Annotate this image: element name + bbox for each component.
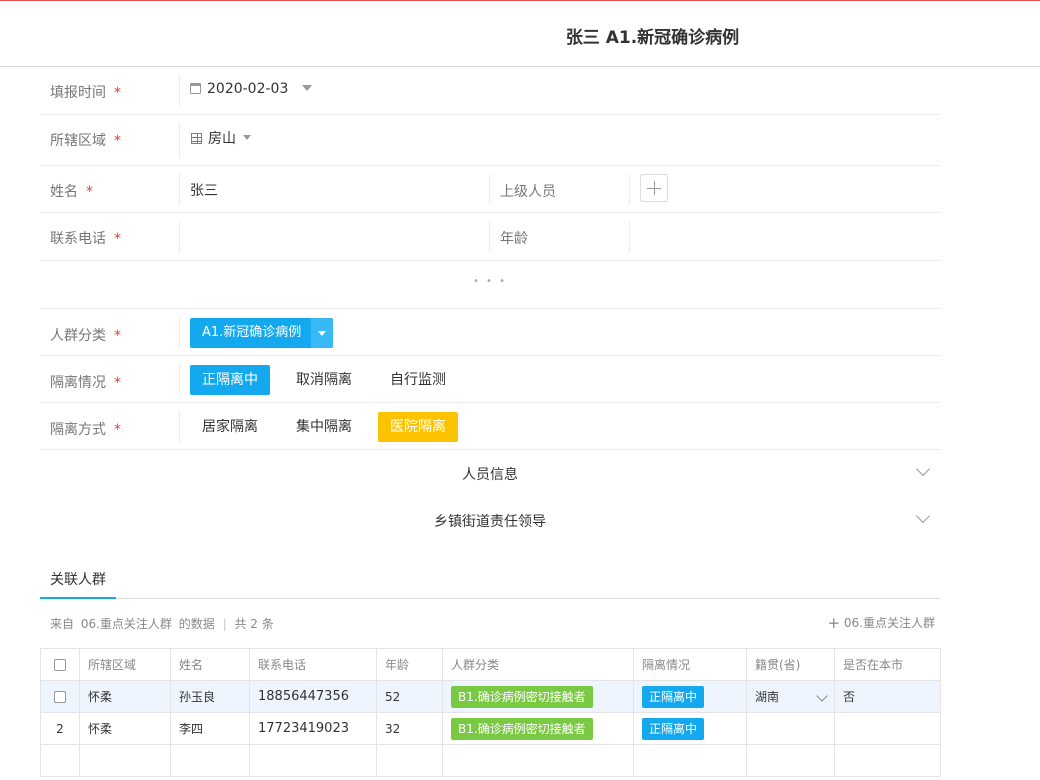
option-self-monitor[interactable]: 自行监测 [378,365,458,395]
add-related-button[interactable]: + 06.重点关注人群 [828,614,936,632]
tab-related-groups[interactable]: 关联人群 [40,565,116,599]
label-name: 姓名 * [50,184,93,200]
option-central-isolation[interactable]: 集中隔离 [284,412,364,442]
cell-name: 李四 [170,712,250,745]
page-header: 张三 A1.新冠确诊病例 [0,1,1040,67]
label-superior: 上级人员 [500,184,556,200]
label-district: 所辖区域 * [50,133,121,149]
row-isolation-status: 隔离情况 * 正隔离中 取消隔离 自行监测 [40,356,940,403]
name-field[interactable]: 张三 [190,180,218,200]
cell-phone: 18856447356 [249,680,377,713]
row-district: 所辖区域 * 房山 [40,115,940,166]
status-tag: 正隔离中 [642,717,705,740]
option-hospital-isolation[interactable]: 医院隔离 [378,412,458,442]
section-title: 乡镇街道责任领导 [434,514,546,530]
record-count: 共 2 条 [234,617,274,631]
table-header-row: 所辖区域 姓名 联系电话 年龄 人群分类 隔离情况 籍贯(省) 是否在本市 [40,648,941,681]
row-index: 2 [40,712,80,745]
cell-phone: 17723419023 [249,712,377,745]
col-header[interactable]: 隔离情况 [633,648,747,681]
table-row[interactable]: 怀柔 孙玉良 18856447356 52 B1.确诊病例密切接触者 正隔离中 … [40,680,941,713]
label-group: 人群分类 * [50,328,121,344]
age-field[interactable] [640,227,920,247]
cell-district: 怀柔 [79,680,171,713]
col-header[interactable]: 联系电话 [249,648,377,681]
more-fields-toggle[interactable]: • • • [40,276,940,287]
label-isolation-method: 隔离方式 * [50,422,121,438]
select-all-checkbox[interactable] [54,659,66,671]
record-form: 填报时间 * 2020-02-03 所辖区域 * 房山 姓名 * 张三 上级人员 联系… [40,67,940,450]
cell-province [746,712,835,745]
row-checkbox[interactable] [54,691,66,703]
col-header[interactable]: 姓名 [170,648,250,681]
calendar-icon [190,83,201,94]
cell-name: 孙玉良 [170,680,250,713]
cell-age: 32 [376,712,443,745]
label-isolation-status: 隔离情况 * [50,375,121,391]
select-all-cell [40,648,80,681]
group-dropdown[interactable]: A1.新冠确诊病例 [190,318,334,348]
cell-district: 怀柔 [79,712,171,745]
status-tag: 正隔离中 [642,685,705,708]
col-header[interactable]: 所辖区域 [79,648,171,681]
cell-in-city [834,712,941,745]
cell-age: 52 [376,680,443,713]
col-header[interactable]: 年龄 [376,648,443,681]
report-time-picker[interactable]: 2020-02-03 [190,81,312,97]
section-personnel-info[interactable]: 人员信息 [40,450,940,496]
district-select[interactable]: 房山 [191,128,252,148]
section-title: 人员信息 [462,467,518,483]
row-more: • • • [40,261,940,309]
option-home-isolation[interactable]: 居家隔离 [190,412,270,442]
option-isolating[interactable]: 正隔离中 [190,365,270,395]
label-phone: 联系电话 * [50,231,121,247]
col-header[interactable]: 是否在本市 [834,648,941,681]
related-tabbar: 关联人群 [40,565,940,599]
empty-row [40,744,941,777]
table-icon [191,133,202,144]
option-cancel-isolation[interactable]: 取消隔离 [284,365,364,395]
chevron-down-icon [301,85,312,91]
chevron-down-icon [816,690,828,702]
row-report-time: 填报时间 * 2020-02-03 [40,67,940,115]
plus-icon: + [827,614,841,632]
related-table: 所辖区域 姓名 联系电话 年龄 人群分类 隔离情况 籍贯(省) 是否在本市 怀柔… [40,648,941,777]
cell-province[interactable]: 湖南 [746,680,835,713]
chevron-down-icon [243,135,252,140]
col-header[interactable]: 籍贯(省) [746,648,835,681]
row-isolation-method: 隔离方式 * 居家隔离 集中隔离 医院隔离 [40,403,940,450]
col-header[interactable]: 人群分类 [442,648,634,681]
row-phone: 联系电话 * 年龄 [40,213,940,261]
label-report-time: 填报时间 * [50,85,121,101]
table-row[interactable]: 2 怀柔 李四 17723419023 32 B1.确诊病例密切接触者 正隔离中 [40,712,941,745]
group-tag: B1.确诊病例密切接触者 [451,717,593,740]
label-age: 年龄 [500,231,528,247]
add-superior-button[interactable] [640,174,668,202]
row-name: 姓名 * 张三 上级人员 [40,166,940,213]
cell-in-city: 否 [834,680,941,713]
phone-field[interactable] [190,227,480,247]
section-town-leaders[interactable]: 乡镇街道责任领导 [40,497,940,543]
source-link[interactable]: 06.重点关注人群 [81,617,172,631]
row-group: 人群分类 * A1.新冠确诊病例 [40,309,940,356]
group-tag: B1.确诊病例密切接触者 [451,685,593,708]
page-title: 张三 A1.新冠确诊病例 [565,28,740,48]
source-info: 来自 06.重点关注人群 的数据 | 共 2 条 [50,617,274,631]
group-dropdown-value: A1.新冠确诊病例 [202,325,302,340]
caret-down-icon [311,318,334,348]
